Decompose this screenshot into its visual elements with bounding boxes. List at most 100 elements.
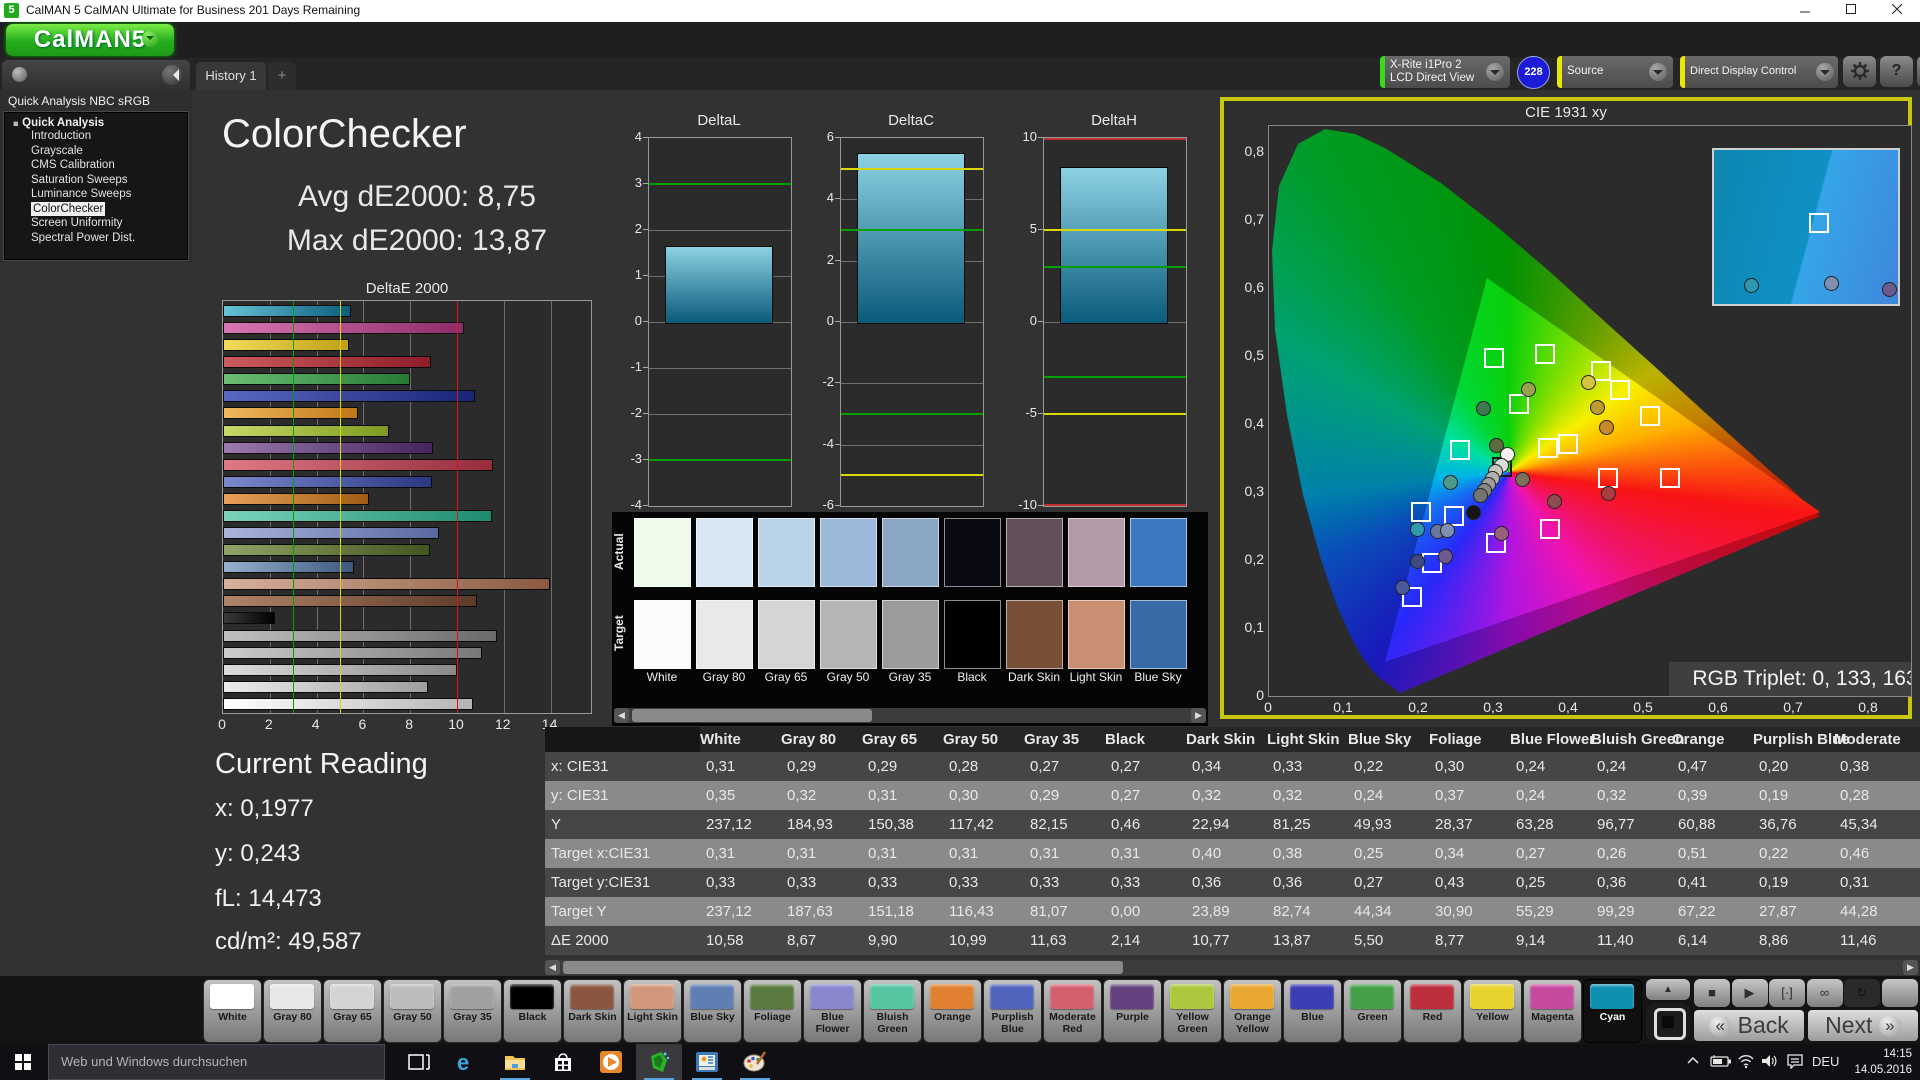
patch-button-moderate-red[interactable]: Moderate Red (1043, 979, 1102, 1043)
speaker-icon[interactable] (1760, 1053, 1780, 1080)
pattern-window-button[interactable] (1646, 1003, 1690, 1041)
patch-color (1110, 984, 1154, 1009)
taskbar-app-task-view[interactable] (396, 1044, 442, 1080)
maximize-button[interactable] (1828, 0, 1874, 22)
swatch-label: White (646, 670, 678, 684)
patch-button-gray-50[interactable]: Gray 50 (383, 979, 442, 1043)
sidebar-item-cms-calibration[interactable]: CMS Calibration (31, 158, 187, 173)
chevron-down-icon[interactable] (1486, 63, 1504, 81)
table-cell: 187,63 (787, 903, 833, 920)
transport-blank-button[interactable] (1881, 979, 1918, 1007)
patch-button-orange[interactable]: Orange (923, 979, 982, 1043)
patch-button-black[interactable]: Black (503, 979, 562, 1043)
taskbar-app-store[interactable] (540, 1044, 586, 1080)
sidebar-item-luminance-sweeps[interactable]: Luminance Sweeps (31, 187, 187, 202)
transport-interval-button[interactable]: [·] (1769, 979, 1805, 1007)
patch-button-gray-65[interactable]: Gray 65 (323, 979, 382, 1043)
patch-button-gray-35[interactable]: Gray 35 (443, 979, 502, 1043)
transport-play-button[interactable]: ▶ (1731, 979, 1768, 1007)
transport-refresh-button[interactable]: ↻ (1844, 979, 1880, 1007)
settings-button[interactable] (1843, 56, 1876, 87)
taskbar-app-media-player[interactable] (588, 1044, 634, 1080)
strip-expand-button[interactable]: ▲ (1646, 979, 1690, 1000)
scroll-right-icon[interactable]: ▶ (1191, 708, 1206, 723)
gear-icon (1850, 62, 1869, 80)
patch-button-purplish-blue[interactable]: Purplish Blue (983, 979, 1042, 1043)
back-button[interactable]: « Back (1694, 1010, 1804, 1041)
record-dot-icon[interactable] (12, 67, 27, 82)
chevron-down-icon[interactable] (1816, 63, 1834, 81)
table-cell: 0,46 (1111, 816, 1141, 833)
sidebar-item-colorchecker[interactable]: ColorChecker (31, 201, 106, 216)
clock[interactable]: 14:15 14.05.2016 (1842, 1046, 1912, 1078)
patch-button-red[interactable]: Red (1403, 979, 1462, 1043)
cie-zoom-inset[interactable] (1712, 148, 1900, 306)
help-button[interactable]: ? (1880, 56, 1913, 87)
patch-button-foliage[interactable]: Foliage (743, 979, 802, 1043)
bar-magenta (223, 322, 464, 335)
chevron-down-icon[interactable] (1649, 63, 1667, 81)
meter-badge[interactable]: 228 (1517, 56, 1550, 89)
taskbar-app-calman[interactable] (636, 1044, 682, 1080)
patch-button-magenta[interactable]: Magenta (1523, 979, 1582, 1043)
tray-chevron-up-icon[interactable] (1686, 1054, 1700, 1080)
transport-loop-button[interactable]: ∞ (1806, 979, 1843, 1007)
tab-history-1[interactable]: History 1 (196, 62, 266, 90)
patch-button-orange-yellow[interactable]: Orange Yellow (1223, 979, 1282, 1043)
scroll-left-icon[interactable]: ◀ (545, 960, 560, 975)
transport-stop-button[interactable]: ■ (1694, 979, 1730, 1007)
patch-button-yellow-green[interactable]: Yellow Green (1163, 979, 1222, 1043)
patch-button-dark-skin[interactable]: Dark Skin (563, 979, 622, 1043)
sidebar-item-introduction[interactable]: Introduction (31, 129, 187, 144)
search-input[interactable]: Web und Windows durchsuchen (48, 1044, 385, 1080)
measurement-table: White Gray 80 Gray 65 Gray 50 Gray 35 Black Da… (545, 727, 1920, 959)
patch-button-gray-80[interactable]: Gray 80 (263, 979, 322, 1043)
bar-gray-35 (223, 629, 497, 642)
taskbar-app-edge[interactable]: e (444, 1044, 490, 1080)
swatch-label: Black (957, 670, 987, 684)
patch-button-cyan[interactable]: Cyan (1583, 979, 1642, 1043)
start-button[interactable] (0, 1044, 46, 1080)
patch-button-purple[interactable]: Purple (1103, 979, 1162, 1043)
minimize-button[interactable] (1782, 0, 1828, 22)
patch-button-bluish-green[interactable]: Bluish Green (863, 979, 922, 1043)
battery-icon[interactable] (1710, 1054, 1732, 1080)
next-button[interactable]: Next » (1808, 1010, 1918, 1041)
patch-button-light-skin[interactable]: Light Skin (623, 979, 682, 1043)
swatch-scrollbar[interactable]: ◀ ▶ (614, 708, 1206, 723)
tree-root[interactable]: ◆Quick Analysis (11, 117, 187, 129)
display-control-dropdown[interactable]: Direct Display Control (1680, 56, 1838, 88)
sidebar-item-saturation-sweeps[interactable]: Saturation Sweeps (31, 173, 187, 188)
table-scrollbar[interactable]: ◀ ▶ (545, 960, 1918, 975)
table-row: Target y:CIE31 0,33 0,33 0,33 0,33 0,33 0,33 0,… (545, 868, 1920, 897)
patch-button-yellow[interactable]: Yellow (1463, 979, 1522, 1043)
deltae2000-chart-title: DeltaE 2000 (365, 280, 449, 297)
wifi-icon[interactable] (1737, 1053, 1755, 1080)
close-button[interactable] (1874, 0, 1920, 22)
swatch-scrollbar-thumb[interactable] (632, 709, 872, 722)
patch-button-blue-sky[interactable]: Blue Sky (683, 979, 742, 1043)
cie-x-tick-label: 0,8 (1858, 699, 1878, 715)
tab-add-button[interactable]: + (268, 62, 296, 90)
scroll-left-icon[interactable]: ◀ (614, 708, 629, 723)
sidebar-collapse-button[interactable] (162, 65, 182, 85)
taskbar-app-paint[interactable] (732, 1044, 778, 1080)
tree-expand-icon[interactable]: ◆ (11, 118, 22, 129)
patch-label: Blue Flower (815, 1011, 850, 1035)
patch-button-blue[interactable]: Blue (1283, 979, 1342, 1043)
scroll-right-icon[interactable]: ▶ (1903, 960, 1918, 975)
sidebar-item-spectral-power-dist-[interactable]: Spectral Power Dist. (31, 231, 187, 246)
sidebar-item-screen-uniformity[interactable]: Screen Uniformity (31, 216, 187, 231)
patch-button-blue-flower[interactable]: Blue Flower (803, 979, 862, 1043)
source-dropdown[interactable]: Source (1557, 56, 1673, 88)
meter-dropdown[interactable]: X-Rite i1Pro 2 LCD Direct View (1380, 56, 1510, 88)
taskbar-app-presentation-app[interactable] (684, 1044, 730, 1080)
action-center-icon[interactable] (1786, 1053, 1804, 1080)
language-indicator[interactable]: DEU (1812, 1054, 1839, 1080)
table-scrollbar-thumb[interactable] (563, 961, 1123, 974)
patch-button-white[interactable]: White (203, 979, 262, 1043)
taskbar-app-file-explorer[interactable] (492, 1044, 538, 1080)
logo-menu-button[interactable] (142, 30, 159, 47)
patch-button-green[interactable]: Green (1343, 979, 1402, 1043)
sidebar-item-grayscale[interactable]: Grayscale (31, 144, 187, 159)
